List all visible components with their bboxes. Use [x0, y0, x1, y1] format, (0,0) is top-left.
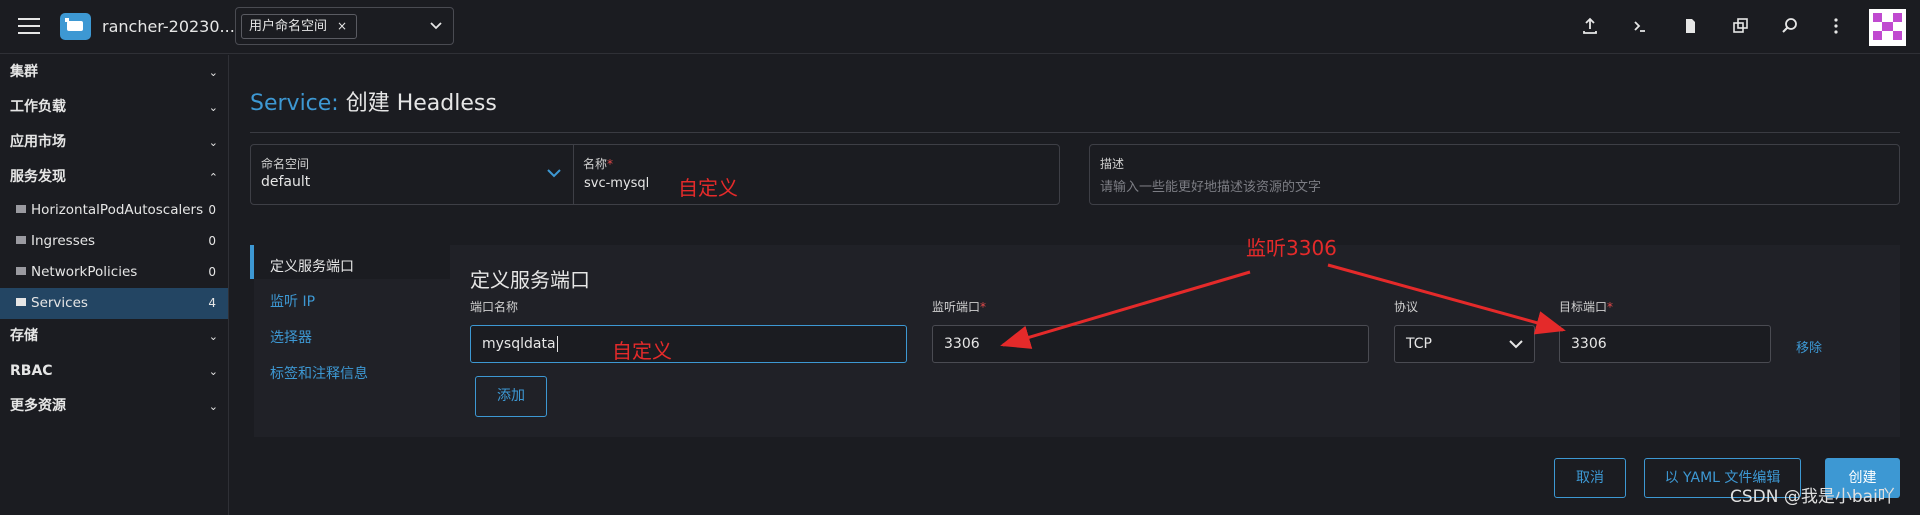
watermark: CSDN @我是小bai吖 — [1730, 487, 1895, 507]
arrow-to-target-port — [1327, 263, 1566, 335]
arrow-to-listen-port — [1000, 270, 1251, 349]
annotation-arrows — [1000, 263, 1566, 349]
